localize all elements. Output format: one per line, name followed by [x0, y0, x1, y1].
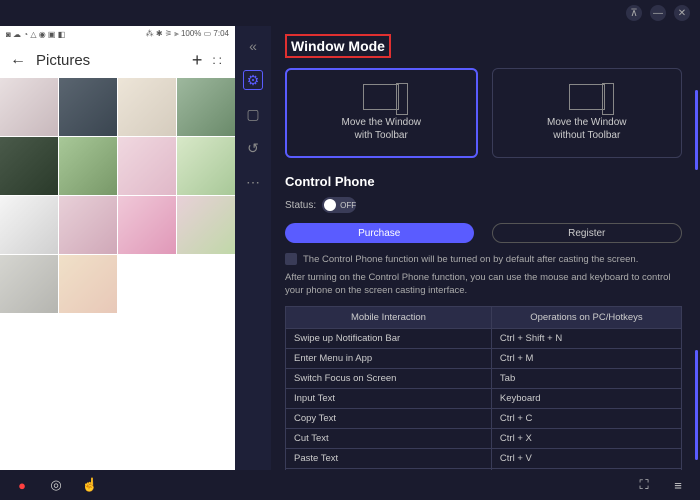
photo-thumb[interactable] [118, 196, 176, 254]
window-mode-with-toolbar[interactable]: Move the Window with Toolbar [285, 68, 478, 158]
photo-thumb[interactable] [177, 196, 235, 254]
hotkeys-table: Mobile Interaction Operations on PC/Hotk… [285, 306, 682, 470]
phone-status-right: ⁂ ✱ ⚞ ⫸ 100% ▭ 7:04 [146, 29, 229, 39]
cell-mobile-action: Enter Menu in App [286, 348, 492, 368]
table-row: Input TextKeyboard [286, 388, 682, 408]
table-row: Swipe up Notification BarCtrl + Shift + … [286, 328, 682, 348]
fullscreen-icon[interactable]: ⛶ [634, 475, 654, 495]
default-on-checkbox[interactable] [285, 253, 297, 265]
cell-hotkey: Tab [491, 368, 681, 388]
phone-status-icons: ◙ ☁ ◔ △ ◉ ▣ ◧ [6, 30, 65, 39]
close-button[interactable]: ✕ [674, 5, 690, 21]
cell-hotkey: Ctrl + C [491, 408, 681, 428]
table-row: Undo (For Some Apps)Ctrl + Z [286, 468, 682, 470]
photo-thumb[interactable] [0, 137, 58, 195]
table-row: Switch Focus on ScreenTab [286, 368, 682, 388]
record-tool-icon[interactable]: ▢ [243, 104, 263, 124]
footer-bar: ● ◎ ☝ ⛶ ≡ [0, 470, 700, 500]
cell-hotkey: Ctrl + Z [491, 468, 681, 470]
pin-button[interactable]: ⊼ [626, 5, 642, 21]
cell-mobile-action: Undo (For Some Apps) [286, 468, 492, 470]
cell-mobile-action: Input Text [286, 388, 492, 408]
cell-mobile-action: Paste Text [286, 448, 492, 468]
add-icon[interactable]: + [192, 50, 203, 71]
photo-thumb[interactable] [0, 78, 58, 136]
table-row: Paste TextCtrl + V [286, 448, 682, 468]
checkbox-label: The Control Phone function will be turne… [303, 254, 638, 265]
pointer-icon[interactable]: ☝ [80, 475, 100, 495]
window-plain-icon [569, 84, 605, 110]
photo-thumb[interactable] [118, 137, 176, 195]
photo-thumb[interactable] [59, 137, 117, 195]
photo-thumb[interactable] [59, 196, 117, 254]
mode-label: Move the Window without Toolbar [547, 116, 626, 142]
collapse-icon[interactable]: « [243, 36, 263, 56]
settings-panel: Window Mode Move the Window with Toolbar… [271, 26, 700, 470]
more-tool-icon[interactable]: ⋯ [243, 172, 263, 192]
control-phone-heading: Control Phone [285, 174, 682, 189]
settings-gear-icon[interactable]: ⚙ [243, 70, 263, 90]
cell-mobile-action: Copy Text [286, 408, 492, 428]
photo-thumb[interactable] [0, 255, 58, 313]
photo-grid[interactable] [0, 78, 235, 470]
grid-view-icon[interactable]: :: [212, 53, 225, 67]
cell-hotkey: Ctrl + Shift + N [491, 328, 681, 348]
menu-icon[interactable]: ≡ [668, 475, 688, 495]
photo-thumb[interactable] [118, 78, 176, 136]
control-toggle[interactable]: OFF [322, 197, 356, 213]
cell-hotkey: Keyboard [491, 388, 681, 408]
photo-thumb[interactable] [0, 196, 58, 254]
cell-hotkey: Ctrl + V [491, 448, 681, 468]
purchase-button[interactable]: Purchase [285, 223, 474, 243]
cell-mobile-action: Switch Focus on Screen [286, 368, 492, 388]
cell-hotkey: Ctrl + X [491, 428, 681, 448]
record-icon[interactable]: ● [12, 475, 32, 495]
window-mode-without-toolbar[interactable]: Move the Window without Toolbar [492, 68, 683, 158]
table-row: Copy TextCtrl + C [286, 408, 682, 428]
cell-mobile-action: Cut Text [286, 428, 492, 448]
scrollbar[interactable] [695, 90, 698, 170]
col-pc: Operations on PC/Hotkeys [491, 306, 681, 328]
phone-page-title: Pictures [36, 52, 182, 69]
mode-label: Move the Window with Toolbar [342, 116, 421, 142]
photo-thumb[interactable] [59, 255, 117, 313]
photo-thumb[interactable] [177, 78, 235, 136]
control-note: After turning on the Control Phone funct… [285, 271, 682, 298]
scrollbar[interactable] [695, 350, 698, 460]
photo-thumb[interactable] [177, 137, 235, 195]
screenshot-icon[interactable]: ◎ [46, 475, 66, 495]
window-mode-heading: Window Mode [285, 34, 391, 58]
history-icon[interactable]: ↺ [243, 138, 263, 158]
window-toolbar-icon [363, 84, 399, 110]
table-row: Enter Menu in AppCtrl + M [286, 348, 682, 368]
cell-hotkey: Ctrl + M [491, 348, 681, 368]
phone-mirror-panel: ◙ ☁ ◔ △ ◉ ▣ ◧ ⁂ ✱ ⚞ ⫸ 100% ▭ 7:04 ← Pict… [0, 26, 235, 470]
minimize-button[interactable]: — [650, 5, 666, 21]
status-label: Status: [285, 200, 316, 211]
side-toolbar: « ⚙ ▢ ↺ ⋯ [235, 26, 271, 470]
photo-thumb[interactable] [59, 78, 117, 136]
cell-mobile-action: Swipe up Notification Bar [286, 328, 492, 348]
col-mobile: Mobile Interaction [286, 306, 492, 328]
register-button[interactable]: Register [492, 223, 683, 243]
table-row: Cut TextCtrl + X [286, 428, 682, 448]
back-icon[interactable]: ← [10, 51, 26, 69]
